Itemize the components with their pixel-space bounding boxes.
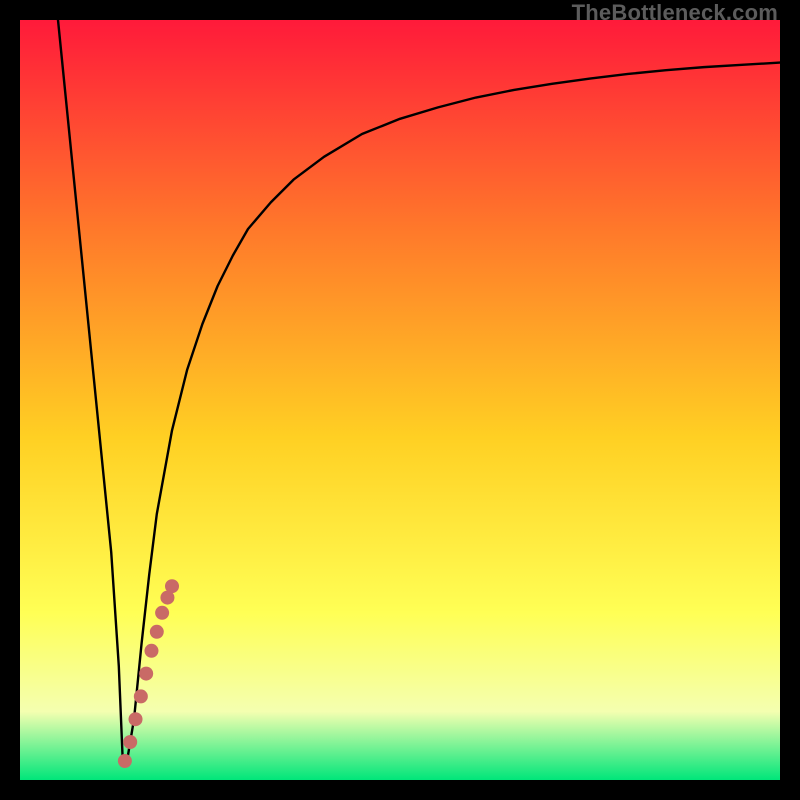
highlight-marker: [123, 735, 137, 749]
highlight-marker: [144, 644, 158, 658]
highlight-marker: [150, 625, 164, 639]
highlight-marker: [118, 754, 132, 768]
chart-frame: [20, 20, 780, 780]
watermark-text: TheBottleneck.com: [572, 0, 778, 26]
gradient-background: [20, 20, 780, 780]
highlight-marker: [139, 667, 153, 681]
highlight-marker: [165, 579, 179, 593]
highlight-marker: [129, 712, 143, 726]
highlight-marker: [155, 606, 169, 620]
bottleneck-chart: [20, 20, 780, 780]
highlight-marker: [134, 689, 148, 703]
